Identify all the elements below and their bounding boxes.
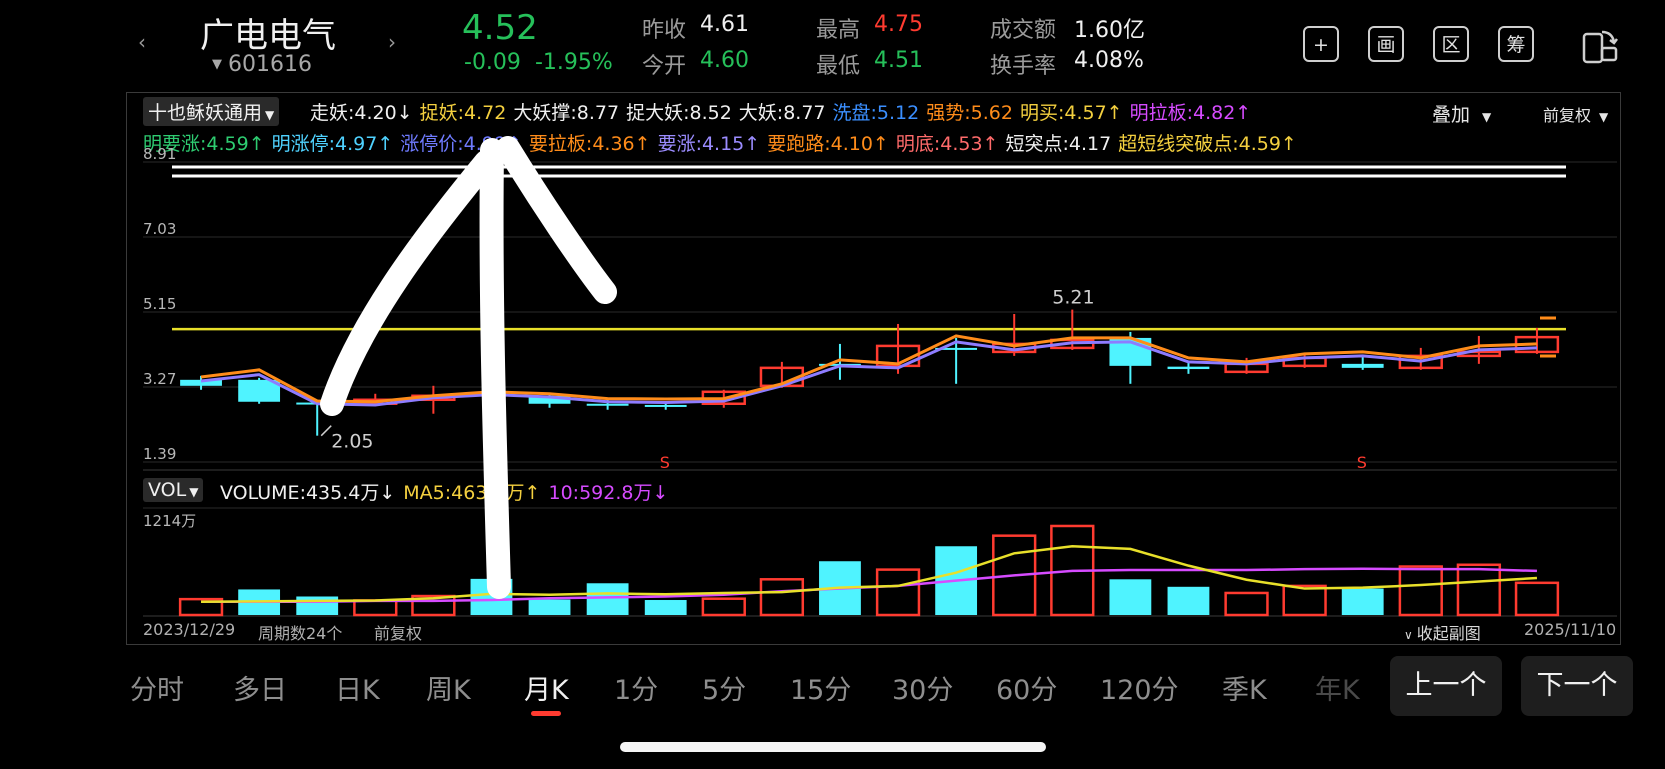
start-date: 2023/12/29	[143, 620, 236, 639]
home-indicator	[620, 742, 1046, 752]
volume-max-label: 1214万	[143, 512, 197, 530]
sell-signal: S	[660, 453, 670, 472]
tab-4[interactable]: 月K	[524, 668, 569, 707]
volume-bar	[1514, 581, 1560, 617]
price-axis-label: 7.03	[143, 220, 176, 238]
volume-bar	[1398, 565, 1443, 617]
volume-bar	[1109, 579, 1152, 615]
volume-select[interactable]: VOL ▼	[143, 478, 204, 502]
volume-bar	[701, 597, 746, 617]
volume-legend-value: MA5:463.7万↑	[403, 482, 541, 504]
tab-1[interactable]: 多日	[233, 668, 287, 707]
period-count: 周期数24个	[258, 624, 343, 643]
tab-0[interactable]: 分时	[130, 668, 184, 707]
price-axis-label: 3.27	[143, 370, 176, 388]
volume-legend-value: 10:592.8万↓	[548, 482, 669, 504]
volume-bar	[1224, 591, 1269, 617]
collapse-label: 收起副图	[1416, 624, 1481, 643]
chevron-down-icon: ∨	[1404, 628, 1413, 642]
volume-bar	[875, 568, 921, 617]
tab-9[interactable]: 60分	[996, 668, 1057, 707]
volume-ma5-line	[201, 544, 1538, 604]
volume-bar	[296, 596, 339, 615]
volume-bar	[1282, 584, 1327, 617]
end-date: 2025/11/10	[1524, 620, 1617, 639]
candle-body	[1341, 363, 1384, 368]
price-axis-label: 5.15	[143, 295, 176, 313]
volume-bar	[586, 583, 629, 615]
next-button[interactable]: 下一个	[1521, 656, 1633, 716]
volume-bar	[528, 599, 571, 615]
volume-legend-value: VOLUME:435.4万↓	[220, 482, 396, 504]
candle-body	[644, 404, 687, 407]
footer-adjust: 前复权	[374, 624, 423, 643]
volume-bar	[1456, 563, 1502, 617]
tab-10[interactable]: 120分	[1100, 668, 1179, 707]
prev-button[interactable]: 上一个	[1390, 656, 1502, 716]
volume-bar	[644, 600, 687, 615]
active-tab-indicator	[531, 711, 561, 716]
caret-down-icon: ▼	[189, 485, 199, 499]
candlestick-chart[interactable]: 8.91 7.03 5.15 3.27 1.39 5.21 2.05 S S	[0, 0, 1665, 769]
candle-body	[1167, 366, 1210, 370]
collapse-subchart-button[interactable]: ∨ 收起副图	[1404, 620, 1481, 644]
volume-bar	[353, 599, 398, 617]
tab-3[interactable]: 周K	[426, 668, 471, 707]
volume-ma10-line	[201, 567, 1537, 604]
volume-select-label: VOL	[148, 479, 187, 501]
price-axis-label: 1.39	[143, 445, 176, 463]
volume-bar	[759, 578, 805, 617]
ma-line-orange	[200, 334, 1538, 404]
volume-bar	[1341, 588, 1384, 615]
volume-legend: VOLUME:435.4万↓ MA5:463.7万↑ 10:592.8万↓	[220, 478, 676, 505]
volume-bar	[1167, 586, 1210, 615]
low-annotation: 2.05	[331, 431, 373, 453]
tab-11[interactable]: 季K	[1222, 668, 1267, 707]
volume-bar	[470, 578, 513, 615]
low-pointer	[320, 425, 332, 437]
tab-8[interactable]: 30分	[892, 668, 953, 707]
tab-2[interactable]: 日K	[335, 668, 380, 707]
tab-7[interactable]: 15分	[790, 668, 851, 707]
price-axis-label: 8.91	[143, 145, 176, 163]
sell-signal: S	[1357, 453, 1367, 472]
tab-5[interactable]: 1分	[614, 668, 658, 707]
high-annotation: 5.21	[1052, 287, 1094, 309]
tab-12[interactable]: 年K	[1315, 668, 1360, 707]
tab-6[interactable]: 5分	[702, 668, 746, 707]
candle-body	[586, 403, 629, 406]
